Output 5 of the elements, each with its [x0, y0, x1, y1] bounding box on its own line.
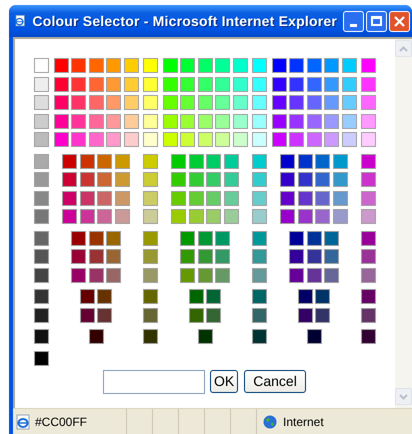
ok-button[interactable]: OK	[210, 370, 238, 393]
zone-label: Internet	[283, 414, 324, 430]
status-text: #CC00FF	[35, 414, 88, 430]
cancel-button[interactable]: Cancel	[244, 370, 306, 393]
window-title: Colour Selector - Microsoft Internet Explorer	[32, 12, 337, 31]
